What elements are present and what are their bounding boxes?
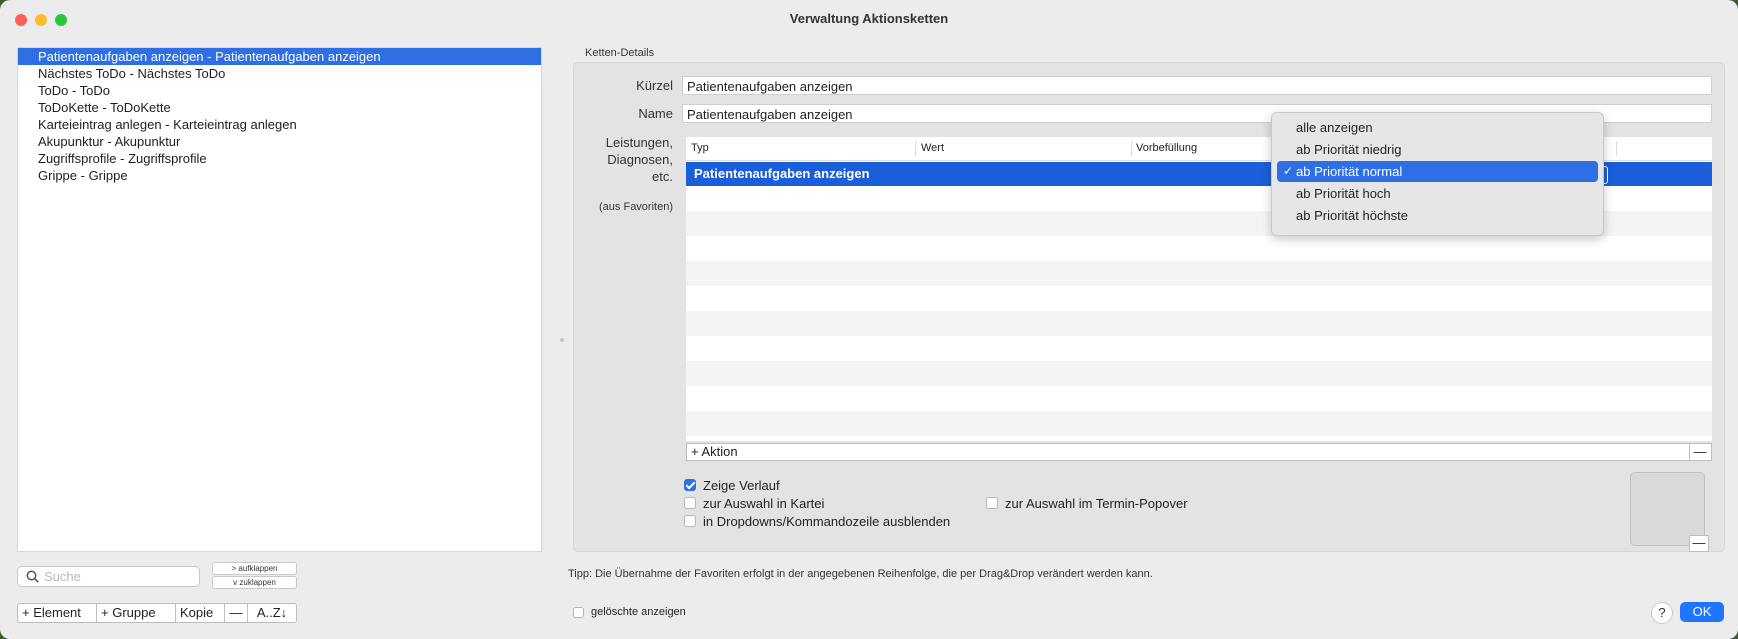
dropdown-ausblenden-label: in Dropdowns/Kommandozeile ausblenden [703, 513, 951, 529]
dropdown-option-label: alle anzeigen [1296, 120, 1373, 135]
leistungen-label: Leistungen, Diagnosen, etc. [585, 134, 673, 185]
chain-list-item[interactable]: ToDo - ToDo [18, 82, 541, 99]
dropdown-option-label: ab Priorität niedrig [1296, 142, 1402, 157]
chain-list[interactable]: Patientenaufgaben anzeigen - Patientenau… [17, 47, 542, 552]
show-deleted-checkbox[interactable] [573, 606, 584, 618]
list-toolbar: + Element + Gruppe Kopie — A..Z↓ [17, 603, 297, 623]
chain-list-item[interactable]: Zugriffsprofile - Zugriffsprofile [18, 150, 541, 167]
sort-button[interactable]: A..Z↓ [248, 604, 296, 622]
remove-action-button[interactable]: — [1689, 444, 1711, 460]
table-row[interactable] [686, 361, 1712, 386]
dropdown-option[interactable]: ab Priorität hoch [1277, 183, 1598, 204]
auswahl-termin-checkbox[interactable] [986, 497, 998, 509]
kuerzel-field[interactable]: Patientenaufgaben anzeigen [682, 76, 1712, 95]
section-title: Ketten-Details [585, 47, 655, 59]
auswahl-kartei-checkbox[interactable] [684, 497, 696, 509]
tip-text: Tipp: Die Übernahme der Favoriten erfolg… [568, 568, 1153, 580]
zeige-verlauf-checkbox[interactable] [684, 479, 696, 491]
search-icon [26, 570, 39, 583]
dropdown-option[interactable]: ab Priorität höchste [1277, 205, 1598, 226]
splitter-handle[interactable] [560, 338, 564, 342]
table-row[interactable] [686, 411, 1712, 436]
leistungen-label-line: etc. [652, 169, 673, 184]
show-deleted-label: gelöschte anzeigen [591, 606, 686, 618]
dropdown-option-selected[interactable]: ✓ ab Priorität normal [1277, 161, 1598, 182]
copy-button[interactable]: Kopie [176, 604, 225, 622]
zeige-verlauf-option[interactable]: Zeige Verlauf [684, 477, 780, 493]
ok-button[interactable]: OK [1680, 602, 1724, 622]
action-bar: + Aktion — [686, 443, 1712, 461]
dropdown-option[interactable]: alle anzeigen [1277, 117, 1598, 138]
show-deleted-option[interactable]: gelöschte anzeigen [573, 604, 686, 620]
add-element-button[interactable]: + Element [18, 604, 97, 622]
table-row[interactable] [686, 336, 1712, 361]
column-divider[interactable] [1131, 141, 1132, 156]
column-header-typ[interactable]: Typ [691, 142, 709, 154]
favoriten-label: (aus Favoriten) [599, 201, 673, 213]
chain-list-item[interactable]: Akupunktur - Akupunktur [18, 133, 541, 150]
help-button[interactable]: ? [1651, 602, 1673, 624]
collapse-button[interactable]: v zuklappen [212, 576, 297, 589]
name-label: Name [638, 106, 673, 121]
add-action-button[interactable]: + Aktion [687, 444, 1690, 460]
table-row[interactable] [686, 286, 1712, 311]
priority-dropdown-menu: alle anzeigen ab Priorität niedrig ✓ ab … [1271, 112, 1604, 236]
window: Verwaltung Aktionsketten Patientenaufgab… [0, 0, 1738, 639]
table-row[interactable] [686, 311, 1712, 336]
row-typ-cell: Patientenaufgaben anzeigen [694, 166, 870, 181]
checkmark-icon: ✓ [1283, 164, 1294, 178]
dropdown-option-label: ab Priorität höchste [1296, 208, 1409, 223]
search-input[interactable] [44, 567, 194, 586]
titlebar: Verwaltung Aktionsketten [0, 0, 1738, 38]
dropdown-option-label: ab Priorität hoch [1296, 186, 1391, 201]
remove-button[interactable]: — [225, 604, 248, 622]
chain-list-item[interactable]: Karteieintrag anlegen - Karteieintrag an… [18, 116, 541, 133]
dropdown-option-label: ab Priorität normal [1296, 164, 1403, 179]
remove-image-button[interactable]: — [1689, 535, 1709, 552]
table-row[interactable] [686, 386, 1712, 411]
column-header-wert[interactable]: Wert [921, 142, 944, 154]
chain-list-item[interactable]: Patientenaufgaben anzeigen - Patientenau… [18, 48, 541, 65]
leistungen-label-line: Diagnosen, [607, 152, 673, 167]
window-title: Verwaltung Aktionsketten [789, 11, 949, 26]
column-divider[interactable] [1616, 141, 1617, 156]
auswahl-kartei-label: zur Auswahl in Kartei [703, 495, 825, 511]
expand-button[interactable]: > aufklappen [212, 562, 297, 575]
zeige-verlauf-label: Zeige Verlauf [703, 477, 780, 493]
column-divider[interactable] [915, 141, 916, 156]
chain-list-item[interactable]: Nächstes ToDo - Nächstes ToDo [18, 65, 541, 82]
auswahl-termin-label: zur Auswahl im Termin-Popover [1005, 495, 1188, 511]
dropdown-ausblenden-checkbox[interactable] [684, 515, 696, 527]
table-row[interactable] [686, 236, 1712, 261]
dropdown-ausblenden-option[interactable]: in Dropdowns/Kommandozeile ausblenden [684, 513, 950, 529]
search-field[interactable] [17, 566, 200, 587]
column-header-vorbefuellung[interactable]: Vorbefüllung [1136, 142, 1197, 154]
auswahl-termin-option[interactable]: zur Auswahl im Termin-Popover [986, 495, 1188, 511]
chain-list-item[interactable]: Grippe - Grippe [18, 167, 541, 184]
table-row[interactable] [686, 261, 1712, 286]
dropdown-option[interactable]: ab Priorität niedrig [1277, 139, 1598, 160]
auswahl-kartei-option[interactable]: zur Auswahl in Kartei [684, 495, 824, 511]
add-group-button[interactable]: + Gruppe [97, 604, 176, 622]
leistungen-label-line: Leistungen, [605, 135, 673, 150]
kuerzel-label: Kürzel [636, 78, 673, 93]
chain-list-item[interactable]: ToDoKette - ToDoKette [18, 99, 541, 116]
